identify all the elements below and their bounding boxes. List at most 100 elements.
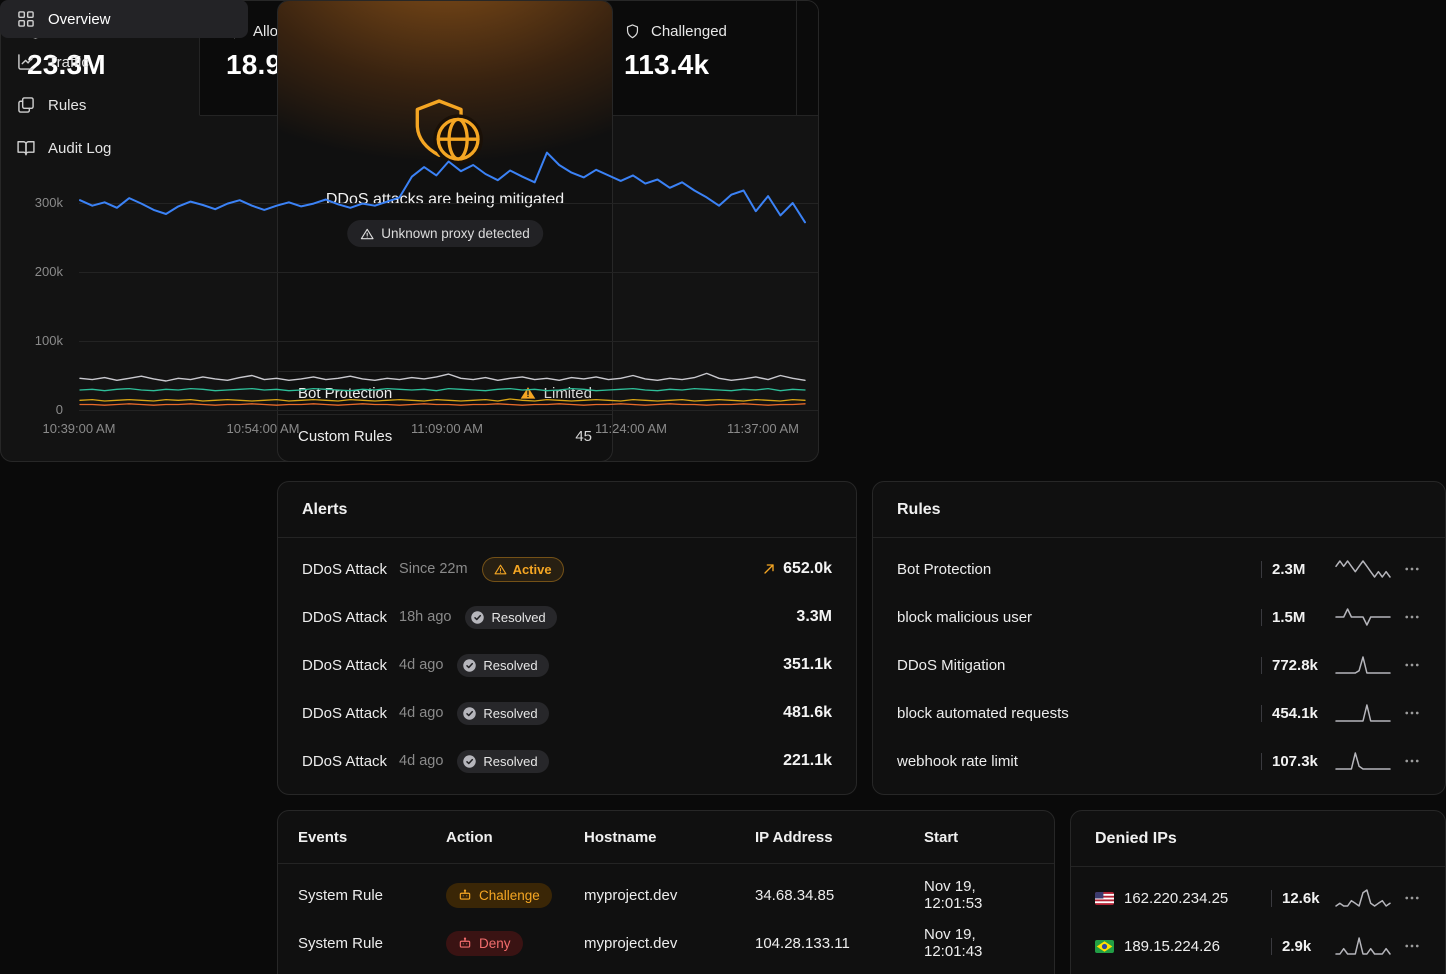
tab-challenged[interactable]: Challenged 113.4k (598, 1, 797, 116)
x-axis-tick: 10:54:00 AM (227, 421, 300, 436)
column-header-start: Start (924, 829, 1034, 846)
alert-row[interactable]: DDoS Attack 4d ago Resolved 481.6k (278, 689, 856, 737)
denied-ip-sparkline (1335, 887, 1391, 909)
sidebar-item-label: Rules (48, 97, 86, 114)
action-badge-challenge: Challenge (446, 883, 552, 908)
rule-row[interactable]: webhook rate limit 107.3k (873, 737, 1445, 785)
more-options-button[interactable] (1403, 752, 1421, 770)
rule-row[interactable]: Bot Protection 2.3M (873, 545, 1445, 593)
more-options-button[interactable] (1403, 937, 1421, 955)
action-label: Challenge (479, 888, 540, 903)
challenge-icon (458, 888, 472, 902)
more-options-button[interactable] (1403, 608, 1421, 626)
alert-name: DDoS Attack (302, 753, 387, 770)
chart-line-icon (16, 52, 36, 72)
sidebar-item-label: Overview (48, 11, 111, 28)
grid-icon (16, 9, 36, 29)
us-flag-icon (1095, 892, 1114, 905)
x-axis-tick: 11:24:00 AM (595, 421, 667, 436)
rules-card: Rules Bot Protection 2.3M block maliciou… (872, 481, 1446, 795)
column-header-action: Action (446, 829, 584, 846)
br-flag-icon (1095, 940, 1114, 953)
rules-icon (16, 95, 36, 115)
denied-ip-sparkline (1335, 935, 1391, 957)
alert-row[interactable]: DDoS Attack 4d ago Resolved 351.1k (278, 641, 856, 689)
more-options-button[interactable] (1403, 889, 1421, 907)
rule-sparkline (1335, 654, 1391, 676)
sidebar-item-overview[interactable]: Overview (0, 0, 248, 38)
alert-name: DDoS Attack (302, 561, 387, 578)
alert-row[interactable]: DDoS Attack 18h ago Resolved 3.3M (278, 593, 856, 641)
alert-row[interactable]: DDoS Attack Since 22m Active 652.0k (278, 545, 856, 593)
alert-count: 481.6k (783, 704, 832, 722)
more-options-button[interactable] (1403, 656, 1421, 674)
status-label: Resolved (483, 707, 537, 720)
rule-row[interactable]: DDoS Mitigation 772.8k (873, 641, 1445, 689)
alert-value: 3.3M (796, 608, 832, 626)
tab-value: 113.4k (624, 49, 796, 81)
rule-hit-count: 107.3k (1261, 753, 1323, 770)
rules-title: Rules (873, 482, 1445, 538)
status-badge-resolved: Resolved (457, 750, 548, 773)
rule-hit-count: 454.1k (1261, 705, 1323, 722)
rule-sparkline (1335, 702, 1391, 724)
firewall-dashboard: Overview Traffic Rules Audit Log (0, 0, 1446, 974)
event-hostname: myproject.dev (584, 935, 755, 952)
event-ip: 104.28.133.11 (755, 935, 924, 952)
denied-ip-count: 2.9k (1271, 938, 1323, 955)
alert-time: 18h ago (399, 609, 451, 625)
event-start: Nov 19, 12:01:53 (924, 878, 1034, 912)
action-badge-deny: Deny (446, 931, 523, 956)
alert-time: 4d ago (399, 705, 443, 721)
event-rule: System Rule (298, 935, 446, 952)
check-circle-icon (462, 658, 477, 673)
column-header-hostname: Hostname (584, 829, 755, 846)
x-axis-tick: 11:09:00 AM (411, 421, 483, 436)
alert-count: 652.0k (783, 560, 832, 578)
alert-time: Since 22m (399, 561, 468, 577)
alert-name: DDoS Attack (302, 657, 387, 674)
warning-icon (494, 563, 507, 576)
traffic-chart: 300k 200k 100k 0 10:39:00 AM 10:54:00 AM… (1, 116, 818, 461)
x-axis-tick: 11:37:00 AM (727, 421, 799, 436)
more-options-button[interactable] (1403, 704, 1421, 722)
y-axis-tick: 0 (1, 402, 63, 417)
alert-value: 351.1k (783, 656, 832, 674)
rule-sparkline (1335, 750, 1391, 772)
alert-name: DDoS Attack (302, 705, 387, 722)
alert-row[interactable]: DDoS Attack 4d ago Resolved 221.1k (278, 737, 856, 785)
check-circle-icon (470, 610, 485, 625)
gridline-0 (79, 410, 818, 411)
alert-count: 351.1k (783, 656, 832, 674)
alert-value: 481.6k (783, 704, 832, 722)
events-table-header: Events Action Hostname IP Address Start (278, 811, 1054, 864)
more-options-button[interactable] (1403, 560, 1421, 578)
rule-hit-count: 772.8k (1261, 657, 1323, 674)
rule-hit-count: 1.5M (1261, 609, 1323, 626)
event-start: Nov 19, 12:01:43 (924, 926, 1034, 960)
check-circle-icon (462, 706, 477, 721)
alert-count: 3.3M (796, 608, 832, 626)
event-row[interactable]: System Rule Challenge myproject.dev 34.6… (278, 871, 1054, 919)
column-header-ip: IP Address (755, 829, 924, 846)
rule-hit-count: 2.3M (1261, 561, 1323, 578)
y-axis-tick: 200k (1, 264, 63, 279)
rule-sparkline (1335, 606, 1391, 628)
alerts-title: Alerts (278, 482, 856, 538)
denied-ip-row[interactable]: 189.15.224.26 2.9k (1071, 922, 1445, 970)
denied-ip-count: 12.6k (1271, 890, 1323, 907)
denied-ip-address: 189.15.224.26 (1124, 938, 1220, 955)
event-rule: System Rule (298, 887, 446, 904)
event-row[interactable]: System Rule Deny myproject.dev 104.28.13… (278, 919, 1054, 967)
rule-row[interactable]: block malicious user 1.5M (873, 593, 1445, 641)
rule-row[interactable]: block automated requests 454.1k (873, 689, 1445, 737)
status-badge-resolved: Resolved (457, 654, 548, 677)
line-chart-plot[interactable] (79, 116, 806, 410)
sidebar-item-traffic[interactable]: Traffic (0, 43, 248, 81)
rule-name: block malicious user (897, 609, 1032, 626)
action-label: Deny (479, 936, 511, 951)
shield-icon (624, 23, 641, 40)
denied-ip-row[interactable]: 162.220.234.25 12.6k (1071, 874, 1445, 922)
rule-name: webhook rate limit (897, 753, 1018, 770)
status-label: Resolved (483, 755, 537, 768)
